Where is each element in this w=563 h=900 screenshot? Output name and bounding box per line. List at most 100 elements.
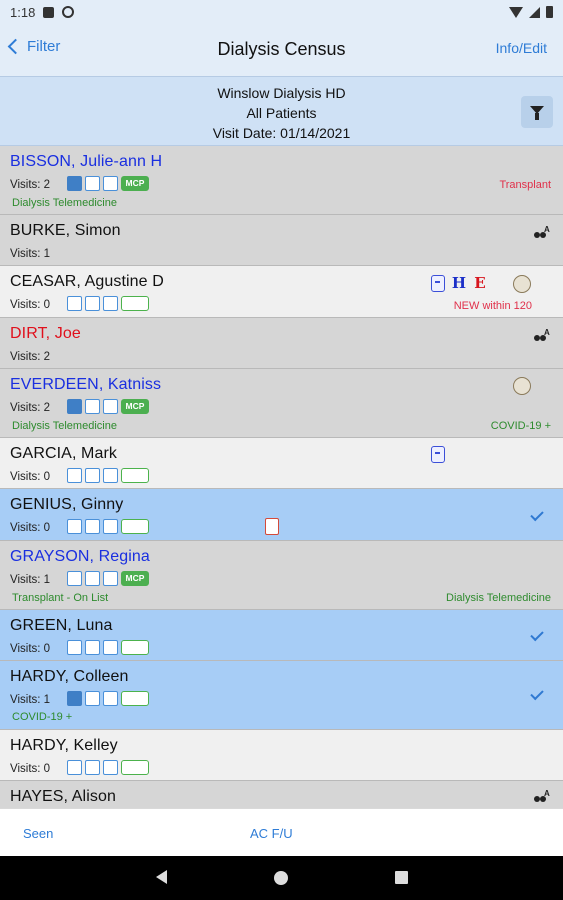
visit-box[interactable] xyxy=(67,640,82,655)
visit-box[interactable] xyxy=(67,519,82,534)
patient-flag: NEW within 120 xyxy=(453,300,532,312)
visit-count: Visits: 0 xyxy=(10,763,51,775)
document-icon[interactable] xyxy=(265,518,279,535)
patient-row[interactable]: HARDY, Kelley Visits: 0 xyxy=(0,730,563,781)
visit-box[interactable] xyxy=(85,691,100,706)
bottom-toolbar: Seen AC F/U xyxy=(0,808,563,856)
visit-box[interactable] xyxy=(103,176,118,191)
nav-bar: Filter Dialysis Census Info/Edit xyxy=(0,24,563,76)
visit-box-checked[interactable] xyxy=(67,691,82,706)
patient-note: Dialysis Telemedicine xyxy=(12,197,117,209)
h-badge-icon: H xyxy=(451,274,467,292)
patient-row[interactable]: BISSON, Julie-ann H Visits: 2 MCP Dialys… xyxy=(0,146,563,215)
visit-box[interactable] xyxy=(67,468,82,483)
visit-date: Visit Date: 01/14/2021 xyxy=(212,125,351,141)
patient-name: CEASAR, Agustine D xyxy=(10,273,164,290)
checkmark-icon xyxy=(530,627,544,642)
visit-box[interactable] xyxy=(85,640,100,655)
clock: 1:18 xyxy=(10,4,36,20)
visit-box-checked[interactable] xyxy=(67,399,82,414)
visit-boxes xyxy=(67,519,149,534)
visit-box[interactable] xyxy=(85,519,100,534)
funnel-icon xyxy=(530,106,544,120)
visit-count: Visits: 0 xyxy=(10,299,51,311)
hospital-icon xyxy=(431,275,445,292)
page-title: Dialysis Census xyxy=(217,39,346,59)
system-home-icon[interactable] xyxy=(274,871,288,885)
patient-name: HARDY, Colleen xyxy=(10,668,129,685)
system-recents-icon[interactable] xyxy=(395,871,408,884)
va-seal-icon xyxy=(513,275,531,293)
visit-box[interactable] xyxy=(67,571,82,586)
patient-name: BURKE, Simon xyxy=(10,222,121,239)
patient-name: GENIUS, Ginny xyxy=(10,496,124,513)
visit-box[interactable] xyxy=(103,571,118,586)
ac-fu-button[interactable]: AC F/U xyxy=(250,826,293,841)
visit-box-checked[interactable] xyxy=(67,176,82,191)
patient-name: EVERDEEN, Katniss xyxy=(10,376,162,393)
patient-scope: All Patients xyxy=(246,105,317,121)
visit-box[interactable] xyxy=(103,399,118,414)
visit-boxes: MCP xyxy=(67,399,149,414)
visit-count: Visits: 2 xyxy=(10,351,51,363)
patient-row[interactable]: CEASAR, Agustine D Visits: 0 H E NEW wit… xyxy=(0,266,563,318)
patient-flag: COVID-19 + xyxy=(490,420,551,432)
patient-note: Transplant - On List xyxy=(12,592,109,604)
svg-text:A: A xyxy=(544,789,550,798)
system-back-icon[interactable] xyxy=(156,870,167,884)
patient-note: COVID-19 + xyxy=(12,711,73,723)
visit-box[interactable] xyxy=(67,760,82,775)
empty-badge xyxy=(121,468,149,483)
patient-row-selected[interactable]: GENIUS, Ginny Visits: 0 xyxy=(0,489,563,541)
visit-boxes: MCP xyxy=(67,176,149,191)
visit-count: Visits: 1 xyxy=(10,574,51,586)
visit-count: Visits: 0 xyxy=(10,471,51,483)
visit-count: Visits: 2 xyxy=(10,402,51,414)
patient-name: BISSON, Julie-ann H xyxy=(10,153,163,170)
visit-box[interactable] xyxy=(103,691,118,706)
visit-count: Visits: 1 xyxy=(10,694,51,706)
seen-button[interactable]: Seen xyxy=(23,826,53,841)
mcp-badge: MCP xyxy=(121,571,149,586)
patient-name: GARCIA, Mark xyxy=(10,445,117,462)
visit-boxes: MCP xyxy=(67,571,149,586)
visit-box[interactable] xyxy=(103,640,118,655)
visit-box[interactable] xyxy=(85,176,100,191)
patient-list[interactable]: BISSON, Julie-ann H Visits: 2 MCP Dialys… xyxy=(0,146,563,808)
visit-count: Visits: 0 xyxy=(10,522,51,534)
wifi-icon xyxy=(509,6,523,18)
patient-row[interactable]: DIRT, Joe Visits: 2 A xyxy=(0,318,563,369)
mcp-badge: MCP xyxy=(121,399,149,414)
patient-row[interactable]: GRAYSON, Regina Visits: 1 MCP Transplant… xyxy=(0,541,563,610)
filter-button[interactable] xyxy=(521,96,553,128)
visit-count: Visits: 1 xyxy=(10,248,51,260)
visit-box[interactable] xyxy=(85,399,100,414)
patient-row[interactable]: BURKE, Simon Visits: 1 A xyxy=(0,215,563,266)
patient-row[interactable]: GARCIA, Mark Visits: 0 xyxy=(0,438,563,489)
visit-count: Visits: 0 xyxy=(10,643,51,655)
patient-row[interactable]: EVERDEEN, Katniss Visits: 2 MCP Dialysis… xyxy=(0,369,563,438)
visit-box[interactable] xyxy=(103,468,118,483)
visit-count: Visits: 2 xyxy=(10,179,51,191)
visit-box[interactable] xyxy=(85,571,100,586)
visit-boxes xyxy=(67,691,149,706)
visit-box[interactable] xyxy=(85,468,100,483)
svg-text:A: A xyxy=(544,328,550,337)
patient-note: Dialysis Telemedicine xyxy=(12,420,117,432)
patient-flag: Transplant xyxy=(499,179,551,191)
visit-box[interactable] xyxy=(67,296,82,311)
patient-row[interactable]: HAYES, Alison A xyxy=(0,781,563,808)
visit-box[interactable] xyxy=(103,519,118,534)
visit-box[interactable] xyxy=(103,760,118,775)
info-edit-button[interactable]: Info/Edit xyxy=(496,40,547,56)
visit-box[interactable] xyxy=(85,760,100,775)
visit-box[interactable] xyxy=(103,296,118,311)
battery-icon xyxy=(546,6,553,18)
visit-box[interactable] xyxy=(85,296,100,311)
patient-flag: Dialysis Telemedicine xyxy=(446,592,551,604)
sync-icon xyxy=(62,6,75,18)
mcp-badge: MCP xyxy=(121,176,149,191)
patient-row-selected[interactable]: GREEN, Luna Visits: 0 xyxy=(0,610,563,661)
status-bar: 1:18 xyxy=(0,0,563,24)
patient-row-selected[interactable]: HARDY, Colleen Visits: 1 COVID-19 + xyxy=(0,661,563,730)
